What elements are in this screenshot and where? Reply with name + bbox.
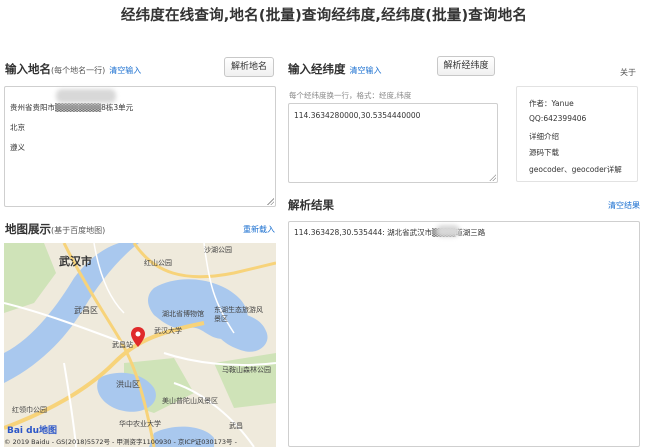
redaction-blur [56, 89, 116, 103]
map-label-mountain-scenic: 美山普陀山风景区 [162, 397, 218, 405]
map-label-donghu: 东湖生态旅游风景区 [214, 306, 263, 323]
coord-format-hint: 每个经纬度换一行，格式：经度,纬度 [289, 91, 412, 100]
coord-input-value: 114.3634280000,30.5354440000 [294, 111, 421, 120]
resize-handle-icon[interactable] [489, 174, 496, 181]
map-label-wuchang-station: 武昌站 [112, 341, 133, 349]
info-panel: 作者：Yanue QQ:642399406 详细介绍 源码下载 geocoder… [516, 86, 638, 182]
map-label-huazhong-agri: 华中农业大学 [119, 420, 161, 428]
place-line-2: 北京 [10, 123, 25, 132]
map-label-wuchang-district: 武昌区 [74, 306, 98, 315]
detail-link[interactable]: 详细介绍 [529, 131, 559, 142]
about-label: 关于 [620, 68, 636, 77]
place-line-1: 贵州省贵阳市▒▒▒▒▒▒▒▒8栋3单元 [10, 103, 134, 112]
map-label-wuchang-area: 武昌 [229, 422, 243, 430]
map-label-hongshan-park: 红山公园 [144, 259, 172, 267]
qq-text: QQ:642399406 [529, 114, 587, 123]
place-line-3: 遵义 [10, 143, 25, 152]
input-place-hint: (每个地名一行) [51, 66, 106, 75]
map-label-hongshan-district: 洪山区 [116, 380, 140, 389]
parse-coord-button[interactable]: 解析经纬度 [437, 56, 495, 76]
map-section-title: 地图展示 [5, 222, 51, 236]
coord-input-textarea[interactable]: 114.3634280000,30.5354440000 [288, 103, 498, 183]
location-marker-icon[interactable] [131, 327, 145, 347]
input-coord-header: 输入经纬度 清空输入 [288, 61, 382, 77]
resize-handle-icon[interactable] [267, 198, 274, 205]
page-title: 经纬度在线查询,地名(批量)查询经纬度,经纬度(批量)查询地名 [120, 8, 528, 24]
map-label-hongling: 红领巾公园 [12, 406, 47, 414]
clear-result-link[interactable]: 清空结果 [608, 200, 640, 211]
geocoder-link[interactable]: geocoder、geocoder详解 [529, 164, 622, 175]
map-section-header: 地图展示(基于百度地图) [5, 221, 105, 237]
map-label-wuhan-university: 武汉大学 [154, 327, 182, 335]
clear-place-input-link[interactable]: 清空输入 [109, 66, 141, 75]
place-input-textarea[interactable]: 贵州省贵阳市▒▒▒▒▒▒▒▒8栋3单元 北京 遵义 [4, 86, 276, 207]
clear-coord-input-link[interactable]: 清空输入 [350, 66, 382, 75]
map-label-moshan: 马鞍山森林公园 [222, 366, 271, 374]
author-text: 作者：Yanue [529, 99, 574, 108]
input-place-header: 输入地名(每个地名一行) 清空输入 [5, 61, 141, 77]
input-coord-title: 输入经纬度 [288, 62, 346, 76]
reload-map-link[interactable]: 重新载入 [243, 224, 275, 235]
redaction-blur [436, 225, 460, 237]
result-textarea[interactable]: 114.363428,30.535444: 湖北省武汉市▒▒▒▒道湖三路 [288, 221, 640, 447]
map-section-hint: (基于百度地图) [51, 226, 106, 235]
map-view[interactable]: 武汉市 红山公园 沙湖公园 武昌区 湖北省博物馆 武汉大学 东湖生态旅游风景区 … [4, 243, 276, 447]
baidu-logo: Bai du地图 [7, 426, 58, 436]
map-copyright: © 2019 Baidu - GS(2018)5572号 - 甲测资字11009… [4, 438, 237, 446]
download-link[interactable]: 源码下载 [529, 147, 559, 158]
map-label-shahu: 沙湖公园 [204, 246, 232, 254]
input-place-title: 输入地名 [5, 62, 51, 76]
result-section-title: 解析结果 [288, 198, 334, 212]
map-label-wuhan: 武汉市 [59, 255, 92, 268]
map-label-hubei-museum: 湖北省博物馆 [162, 310, 204, 318]
result-text: 114.363428,30.535444: 湖北省武汉市▒▒▒▒道湖三路 [294, 228, 486, 237]
parse-place-button[interactable]: 解析地名 [224, 57, 274, 77]
